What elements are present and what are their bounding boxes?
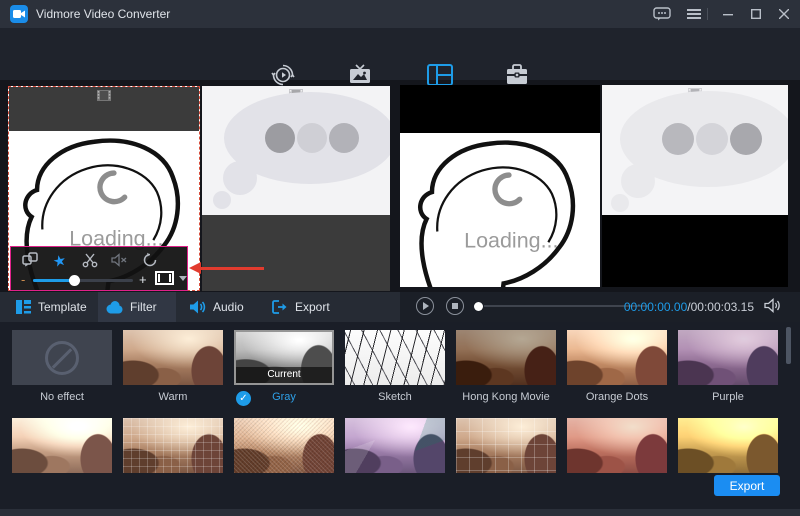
output-cell-bubble-clip xyxy=(602,85,788,287)
filter-thumb-unlabeled-3[interactable] xyxy=(234,418,334,473)
current-badge: Current xyxy=(236,367,332,383)
trim-scissors-icon[interactable] xyxy=(81,252,98,269)
current-time: 00:00:00.00 xyxy=(624,300,687,314)
filter-label-selected: Gray xyxy=(234,391,334,403)
mute-speaker-icon[interactable] xyxy=(111,252,128,269)
editor-cell-bubble-clip[interactable] xyxy=(202,86,390,291)
volume-icon[interactable] xyxy=(764,298,782,313)
filter-thumb-orange-dots[interactable] xyxy=(567,330,667,385)
titlebar: Vidmore Video Converter xyxy=(0,0,800,28)
tab-label: Audio xyxy=(213,300,244,314)
template-icon xyxy=(16,300,31,314)
app-logo-icon xyxy=(10,5,28,23)
filter-thumb-purple[interactable] xyxy=(678,330,778,385)
filter-scrollbar[interactable] xyxy=(786,327,791,364)
zoom-in-button[interactable]: + xyxy=(139,272,147,287)
loading-text-right: Loading... xyxy=(464,229,558,253)
export-button[interactable]: Export xyxy=(714,475,780,496)
main-nav: Converter MV Collage Toolbox xyxy=(0,28,800,80)
filter-thumb-unlabeled-5[interactable] xyxy=(456,418,556,473)
zoom-slider-fill xyxy=(33,279,71,282)
annotation-arrow-head xyxy=(189,262,201,274)
filter-panel: Current xyxy=(0,322,800,509)
filter-thumb-unlabeled-6[interactable] xyxy=(567,418,667,473)
filter-star-icon[interactable]: ★ xyxy=(49,250,69,270)
filter-label: Orange Dots xyxy=(567,391,667,403)
filter-thumb-hong-kong-movie[interactable] xyxy=(456,330,556,385)
filter-thumb-warm[interactable] xyxy=(123,330,223,385)
zoom-slider-knob[interactable] xyxy=(69,275,80,286)
converter-icon xyxy=(247,62,319,88)
clip-edit-toolbar: ★ - + xyxy=(10,246,188,291)
letterbox-bar xyxy=(602,215,788,287)
filter-thumb-unlabeled-7[interactable] xyxy=(678,418,778,473)
window-bottom-edge xyxy=(0,509,800,516)
filter-icon xyxy=(106,301,123,314)
chevron-down-icon[interactable] xyxy=(179,276,187,281)
filter-thumb-unlabeled-1[interactable] xyxy=(12,418,112,473)
tab-export[interactable]: Export xyxy=(264,292,338,322)
reset-rotate-icon[interactable] xyxy=(141,252,158,269)
mv-icon xyxy=(324,62,396,88)
speech-bubble-graphic xyxy=(602,85,788,215)
frame-border-toggle[interactable] xyxy=(155,271,174,285)
tab-audio[interactable]: Audio xyxy=(182,292,252,322)
letterbox-bar xyxy=(400,85,600,133)
titlebar-divider xyxy=(707,8,708,20)
filter-thumb-gray[interactable]: Current xyxy=(234,330,334,385)
zoom-out-button[interactable]: - xyxy=(21,272,25,287)
export-icon xyxy=(272,300,288,314)
zoom-slider[interactable] xyxy=(33,279,133,282)
letterbox-bar xyxy=(202,215,390,291)
total-duration: 00:00:03.15 xyxy=(691,300,754,314)
seek-handle[interactable] xyxy=(474,302,483,311)
app-window: Vidmore Video Converter Converter MV xyxy=(0,0,800,516)
tab-template[interactable]: Template xyxy=(8,292,95,322)
speech-bubble-graphic xyxy=(202,86,390,215)
filter-label: Purple xyxy=(678,391,778,403)
brain-loading-graphic: Loading... xyxy=(400,133,600,287)
time-display: 00:00:00.00/00:00:03.15 xyxy=(624,300,754,314)
editor-tabstrip: Template Filter Audio Export xyxy=(0,292,400,322)
filter-label: No effect xyxy=(12,391,112,403)
tab-label: Export xyxy=(295,300,330,314)
swap-clip-icon[interactable] xyxy=(21,252,38,269)
filter-label: Sketch xyxy=(345,391,445,403)
filter-thumb-unlabeled-2[interactable] xyxy=(123,418,223,473)
tab-label: Filter xyxy=(130,300,157,314)
play-button[interactable] xyxy=(416,297,434,315)
annotation-arrow-shaft xyxy=(200,267,264,270)
playback-bar: 00:00:00.00/00:00:03.15 xyxy=(400,292,800,322)
feedback-chat-icon[interactable] xyxy=(652,5,672,23)
filter-thumb-unlabeled-4[interactable] xyxy=(345,418,445,473)
stop-button[interactable] xyxy=(446,297,464,315)
maximize-button[interactable] xyxy=(746,5,766,23)
zoom-slider-row: - + xyxy=(19,271,183,289)
output-cell-brain-clip: Loading... xyxy=(400,85,600,287)
minimize-button[interactable] xyxy=(718,5,738,23)
filter-thumb-sketch[interactable] xyxy=(345,330,445,385)
film-clip-icon xyxy=(97,90,111,101)
tab-label: Template xyxy=(38,300,87,314)
no-effect-icon xyxy=(45,341,79,375)
tab-filter[interactable]: Filter xyxy=(98,292,176,322)
filter-thumb-no-effect[interactable] xyxy=(12,330,112,385)
filter-label: Warm xyxy=(123,391,223,403)
audio-icon xyxy=(190,300,206,314)
app-title: Vidmore Video Converter xyxy=(36,7,170,21)
close-button[interactable] xyxy=(774,5,794,23)
menu-hamburger-icon[interactable] xyxy=(684,5,704,23)
filter-label: Hong Kong Movie xyxy=(456,391,556,403)
